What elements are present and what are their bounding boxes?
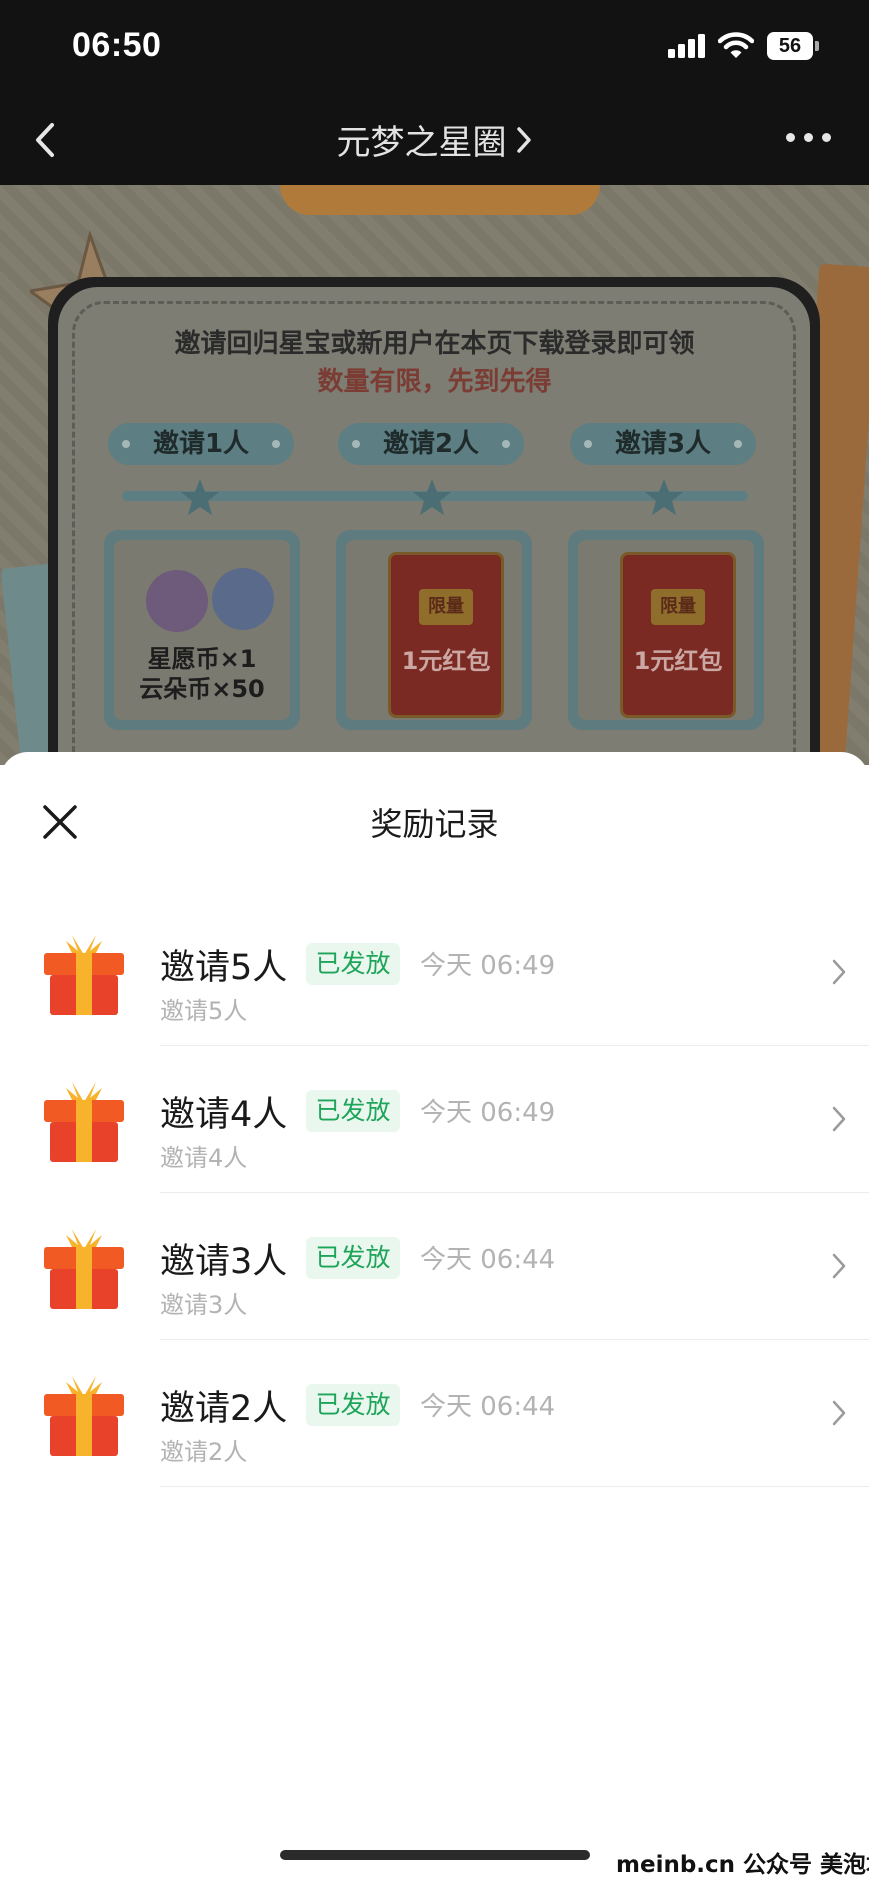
record-title: 邀请2人 — [160, 1389, 288, 1429]
red-envelope: 限量 1元红包 — [388, 552, 504, 718]
reward-card: 限量 1元红包 — [336, 530, 532, 730]
gift-icon — [44, 1229, 124, 1309]
record-item[interactable]: 邀请4人 已发放 今天 06:49 邀请4人 — [0, 1046, 869, 1193]
record-subtitle: 邀请3人 — [160, 1291, 248, 1319]
record-time: 今天 06:49 — [420, 1098, 556, 1128]
star-icon — [645, 479, 683, 515]
tier-label: 邀请3人 — [570, 423, 756, 465]
event-limit-note: 数量有限，先到先得 — [317, 367, 552, 397]
sheet-title: 奖励记录 — [370, 805, 499, 843]
cloud-coin-icon — [212, 568, 274, 630]
record-title: 邀请3人 — [160, 1242, 288, 1282]
gift-icon — [44, 1376, 124, 1456]
envelope-label: 1元红包 — [633, 647, 723, 675]
status-time: 06:50 — [72, 26, 162, 64]
status-bar: 06:50 56 — [0, 0, 869, 95]
chevron-right-icon — [516, 126, 531, 153]
reward-text: 云朵币×50 — [139, 675, 265, 703]
record-title: 邀请4人 — [160, 1095, 288, 1135]
star-coin-icon — [146, 570, 208, 632]
tier-label: 邀请2人 — [338, 423, 524, 465]
chevron-right-icon — [832, 1400, 846, 1426]
reward-records-sheet: 奖励记录 邀请5人 已发放 今天 06:49 邀请5人 邀请4人 已发放 今天 … — [0, 752, 869, 1881]
signal-icon — [668, 34, 708, 58]
record-subtitle: 邀请2人 — [160, 1438, 248, 1466]
reward-card: 星愿币×1 云朵币×50 — [104, 530, 300, 730]
record-time: 今天 06:49 — [420, 951, 556, 981]
reward-text: 星愿币×1 — [147, 645, 257, 673]
chevron-right-icon — [832, 959, 846, 985]
star-icon — [181, 479, 219, 515]
record-subtitle: 邀请5人 — [160, 997, 248, 1025]
chevron-right-icon — [832, 1253, 846, 1279]
record-item[interactable]: 邀请3人 已发放 今天 06:44 邀请3人 — [0, 1193, 869, 1340]
status-badge: 已发放 — [306, 1384, 400, 1426]
record-item[interactable]: 邀请5人 已发放 今天 06:49 邀请5人 — [0, 899, 869, 1046]
status-badge: 已发放 — [306, 943, 400, 985]
battery-icon: 56 — [767, 32, 819, 60]
envelope-badge: 限量 — [651, 589, 705, 625]
record-time: 今天 06:44 — [420, 1245, 556, 1275]
tier-label: 邀请1人 — [108, 423, 294, 465]
record-subtitle: 邀请4人 — [160, 1144, 248, 1172]
nav-bar: 元梦之星圈 — [0, 95, 869, 185]
record-item[interactable]: 邀请2人 已发放 今天 06:44 邀请2人 — [0, 1340, 869, 1487]
battery-level: 56 — [767, 32, 813, 60]
more-icon[interactable] — [786, 131, 832, 145]
event-page-background: 邀请回归星宝或新用户在本页下载登录即可领 数量有限，先到先得 邀请1人 邀请2人… — [0, 185, 869, 765]
watermark: meinb.cn 公众号 美泡君 — [616, 1852, 869, 1878]
envelope-label: 1元红包 — [401, 647, 491, 675]
event-description: 邀请回归星宝或新用户在本页下载登录即可领 — [174, 329, 695, 359]
status-badge: 已发放 — [306, 1237, 400, 1279]
nav-title: 元梦之星圈 — [336, 123, 507, 163]
reward-card: 限量 1元红包 — [568, 530, 764, 730]
nav-title-link[interactable]: 元梦之星圈 — [337, 115, 533, 164]
record-time: 今天 06:44 — [420, 1392, 556, 1422]
envelope-badge: 限量 — [419, 589, 473, 625]
gift-icon — [44, 1082, 124, 1162]
home-indicator[interactable] — [280, 1850, 590, 1860]
wifi-icon — [718, 32, 754, 58]
red-envelope: 限量 1元红包 — [620, 552, 736, 718]
record-title: 邀请5人 — [160, 948, 288, 988]
status-badge: 已发放 — [306, 1090, 400, 1132]
event-banner — [280, 185, 600, 215]
chevron-right-icon — [832, 1106, 846, 1132]
star-icon — [413, 479, 451, 515]
gift-icon — [44, 935, 124, 1015]
